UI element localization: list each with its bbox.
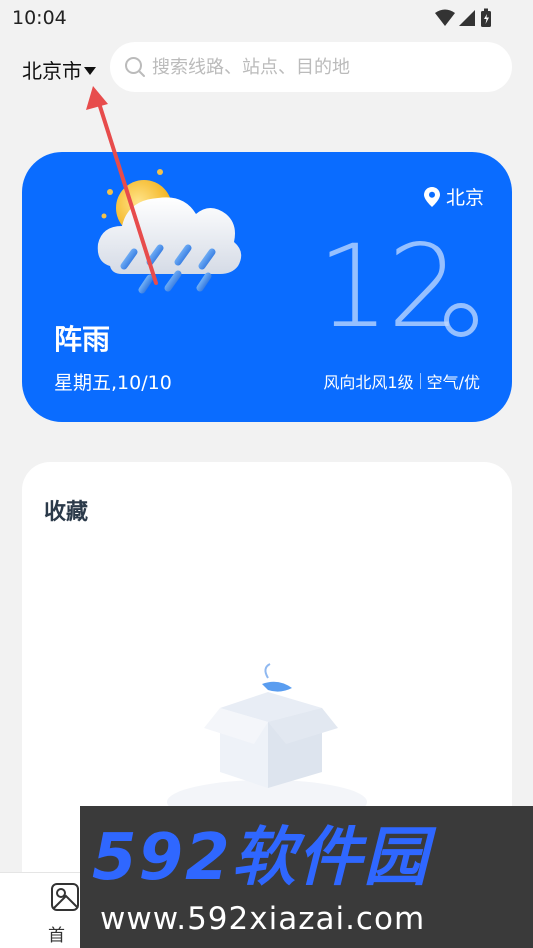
- battery-icon: [481, 8, 491, 27]
- wifi-icon: [435, 9, 455, 26]
- degree-icon: [444, 303, 478, 337]
- weather-location: 北京: [423, 183, 484, 210]
- caret-down-icon: [84, 66, 96, 75]
- weather-date: 星期五,10/10: [54, 372, 172, 394]
- empty-box-icon: [167, 663, 367, 812]
- city-selector[interactable]: 北京市: [22, 55, 96, 84]
- nav-item-label: 首页: [48, 926, 65, 946]
- search-input[interactable]: [152, 56, 492, 78]
- weather-details: 风向北风1级 空气/优: [323, 369, 480, 393]
- status-icons: [433, 8, 495, 34]
- temperature: 12: [317, 220, 460, 353]
- weather-condition: 阵雨: [54, 323, 111, 356]
- location-pin-icon: [423, 186, 440, 207]
- watermark-brand: 592软件园: [92, 821, 430, 895]
- weather-card[interactable]: 北京 12 阵雨 星期五,10/10 风向北风1级 空气/优: [22, 152, 512, 422]
- search-icon: [125, 57, 145, 77]
- status-time: 10:04: [12, 7, 67, 29]
- status-bar: 10:04: [0, 0, 533, 36]
- map-icon: [51, 883, 79, 911]
- bottom-nav: 首页: [0, 872, 80, 948]
- divider: [419, 373, 421, 389]
- air-quality: 空气/优: [426, 373, 480, 392]
- location-label: 北京: [445, 187, 484, 209]
- city-label: 北京市: [22, 59, 82, 83]
- watermark-banner: 592软件园 www.592xiazai.com: [80, 806, 533, 948]
- watermark-url: www.592xiazai.com: [100, 901, 426, 937]
- search-box[interactable]: [110, 42, 512, 92]
- wind-info: 风向北风1级: [323, 373, 414, 392]
- signal-icon: [459, 10, 475, 26]
- showers-weather-icon: [97, 169, 242, 294]
- favorites-title: 收藏: [44, 500, 89, 525]
